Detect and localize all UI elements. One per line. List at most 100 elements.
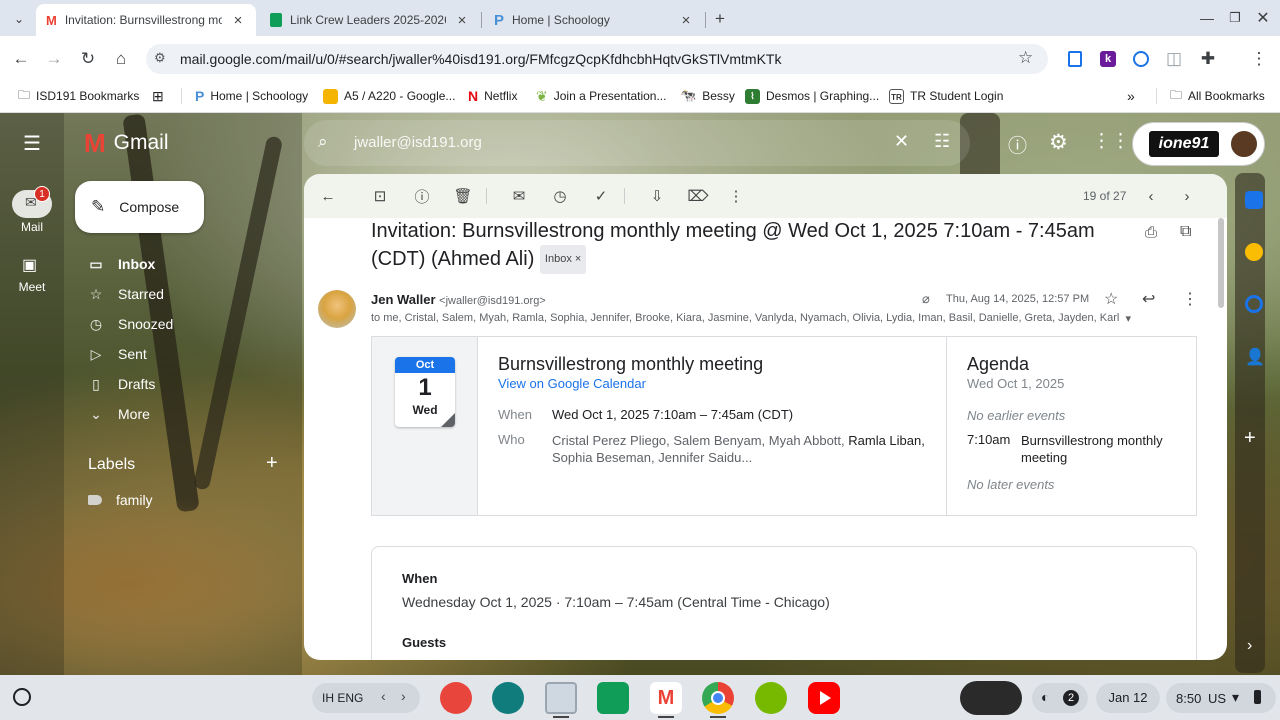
- close-tab-icon[interactable]: ×: [678, 12, 694, 29]
- nav-snoozed[interactable]: ◷ Snoozed: [88, 313, 173, 335]
- tasks-side-icon[interactable]: [1245, 295, 1263, 313]
- snooze-icon[interactable]: ◷: [549, 186, 571, 206]
- chrome-app-icon[interactable]: [702, 682, 734, 714]
- settings-gear-icon[interactable]: ⚙: [1049, 130, 1068, 155]
- nav-inbox[interactable]: ▭ Inbox: [88, 253, 155, 275]
- address-bar[interactable]: ⚙ mail.google.com/mail/u/0/#search/jwall…: [146, 44, 1048, 74]
- print-icon[interactable]: ⎙: [1145, 224, 1157, 241]
- nav-sent[interactable]: ▷ Sent: [88, 343, 147, 365]
- calendar-side-icon[interactable]: [1245, 191, 1263, 209]
- close-tab-icon[interactable]: ×: [454, 12, 470, 29]
- bookmark-tr-student[interactable]: TR TR Student Login: [889, 86, 1003, 106]
- files-app-icon[interactable]: [545, 682, 577, 714]
- open-new-window-icon[interactable]: ⧉: [1180, 223, 1191, 241]
- apps-grid-button[interactable]: ⊞: [152, 86, 164, 106]
- recipients-line[interactable]: to me, Cristal, Salem, Myah, Ramla, Soph…: [371, 312, 1131, 325]
- archive-icon[interactable]: ⊡: [369, 186, 391, 206]
- extension-swirl-icon[interactable]: [1128, 46, 1154, 72]
- star-icon[interactable]: ☆: [1104, 289, 1118, 309]
- menu-kebab-icon[interactable]: ⋮: [1246, 46, 1272, 72]
- launcher-icon[interactable]: [13, 688, 31, 706]
- ime-prev-icon[interactable]: ‹: [381, 688, 386, 704]
- search-icon[interactable]: ⌕: [318, 132, 328, 152]
- older-chevron-icon[interactable]: ›: [1176, 186, 1198, 206]
- calculator-app-icon[interactable]: [597, 682, 629, 714]
- move-to-icon[interactable]: ⇩: [646, 186, 668, 206]
- youtube-app-icon[interactable]: [808, 682, 840, 714]
- meet-rail-label[interactable]: Meet: [0, 280, 64, 294]
- main-menu-icon[interactable]: ☰: [19, 130, 45, 156]
- close-window-icon[interactable]: ✕: [1250, 5, 1276, 31]
- ime-next-icon[interactable]: ›: [401, 688, 406, 704]
- sender-name[interactable]: Jen Waller: [371, 292, 436, 307]
- holding-space-thumbnail[interactable]: [960, 681, 1022, 715]
- view-on-calendar-link[interactable]: View on Google Calendar: [498, 376, 646, 391]
- add-label-icon[interactable]: +: [266, 452, 278, 475]
- get-addons-icon[interactable]: +: [1244, 427, 1256, 450]
- mail-rail-button[interactable]: ✉ 1: [12, 186, 52, 218]
- close-tab-icon[interactable]: ×: [230, 12, 246, 29]
- clear-search-icon[interactable]: ✕: [894, 131, 909, 152]
- all-bookmarks-button[interactable]: 🗀 All Bookmarks: [1170, 86, 1265, 106]
- bookmark-a5[interactable]: A5 / A220 - Google...: [323, 86, 455, 106]
- bookmark-netflix[interactable]: N Netflix: [468, 86, 517, 106]
- reader-app-icon[interactable]: [492, 682, 524, 714]
- date-pod[interactable]: Jan 12: [1096, 683, 1160, 713]
- reply-icon[interactable]: ↩: [1142, 289, 1155, 309]
- bookmark-folder-isd191[interactable]: 🗀 ISD191 Bookmarks: [18, 86, 139, 106]
- search-input[interactable]: jwaller@isd191.org: [354, 134, 482, 151]
- kami-extension-icon[interactable]: k: [1095, 46, 1121, 72]
- recipients-dropdown-icon[interactable]: ▾: [1125, 312, 1131, 325]
- report-spam-icon[interactable]: ⓘ: [411, 186, 433, 206]
- site-info-icon[interactable]: ⚙: [154, 50, 166, 66]
- paint-app-icon[interactable]: [440, 682, 472, 714]
- search-bar[interactable]: ⌕ jwaller@isd191.org ✕ ☷: [304, 120, 970, 166]
- url-text[interactable]: mail.google.com/mail/u/0/#search/jwaller…: [180, 51, 1000, 67]
- bookmark-bessy[interactable]: 🐄 Bessy: [680, 86, 735, 106]
- show-side-panel-icon[interactable]: ›: [1247, 637, 1252, 655]
- more-options-icon[interactable]: ⋮: [725, 186, 747, 206]
- geforce-app-icon[interactable]: [755, 682, 787, 714]
- account-switcher[interactable]: ione91: [1132, 122, 1265, 166]
- help-icon[interactable]: ⓘ: [1008, 131, 1027, 158]
- restore-icon[interactable]: ❐: [1222, 5, 1248, 31]
- keep-side-icon[interactable]: [1245, 243, 1263, 261]
- back-icon[interactable]: ←: [8, 46, 34, 72]
- extension-puzzle-icon[interactable]: [1062, 46, 1088, 72]
- ime-pod[interactable]: IH ENG ‹ ›: [312, 683, 420, 713]
- tab-link-crew[interactable]: Link Crew Leaders 2025-2026 V ×: [260, 4, 480, 36]
- add-task-icon[interactable]: ✓: [590, 186, 612, 206]
- compose-button[interactable]: ✎ Compose: [75, 181, 204, 233]
- minimize-icon[interactable]: —: [1194, 5, 1220, 31]
- inbox-label-chip[interactable]: Inbox ×: [539, 245, 587, 274]
- bookmark-schoology[interactable]: P Home | Schoology: [195, 86, 308, 106]
- search-options-icon[interactable]: ☷: [934, 131, 950, 152]
- label-icon[interactable]: ⌦: [687, 186, 709, 206]
- contacts-side-icon[interactable]: 👤: [1245, 347, 1265, 366]
- new-tab-icon[interactable]: +: [707, 6, 733, 32]
- nav-starred[interactable]: ☆ Starred: [88, 283, 164, 305]
- tab-schoology[interactable]: P Home | Schoology ×: [484, 4, 704, 36]
- reload-icon[interactable]: ↻: [75, 46, 101, 72]
- mark-unread-icon[interactable]: ✉: [508, 186, 530, 206]
- home-icon[interactable]: ⌂: [108, 46, 134, 72]
- notification-pod[interactable]: ◐ 2: [1032, 683, 1088, 713]
- status-tray[interactable]: 8:50 US ▾: [1166, 683, 1276, 713]
- label-family[interactable]: family: [88, 489, 153, 511]
- gmail-logo[interactable]: M Gmail: [84, 130, 169, 156]
- newer-chevron-icon[interactable]: ‹: [1140, 186, 1162, 206]
- sender-avatar[interactable]: [318, 290, 356, 328]
- tab-search-chevron-icon[interactable]: ⌄: [6, 6, 32, 32]
- scrollbar-thumb[interactable]: [1218, 218, 1224, 308]
- gmail-app-icon[interactable]: M: [650, 682, 682, 714]
- nav-drafts[interactable]: ▯ Drafts: [88, 373, 155, 395]
- back-to-search-icon[interactable]: ←: [317, 186, 339, 206]
- google-apps-icon[interactable]: ⋮⋮: [1092, 130, 1130, 153]
- avatar[interactable]: [1229, 129, 1259, 159]
- tab-invitation[interactable]: M Invitation: Burnsvillestrong mo ×: [36, 4, 256, 36]
- nav-more[interactable]: ⌄ More: [88, 403, 150, 425]
- more-message-options-icon[interactable]: ⋮: [1182, 289, 1198, 309]
- delete-icon[interactable]: 🗑: [452, 186, 474, 206]
- bookmark-join-presentation[interactable]: ❦ Join a Presentation...: [536, 86, 666, 106]
- extensions-icon[interactable]: ✚: [1195, 46, 1221, 72]
